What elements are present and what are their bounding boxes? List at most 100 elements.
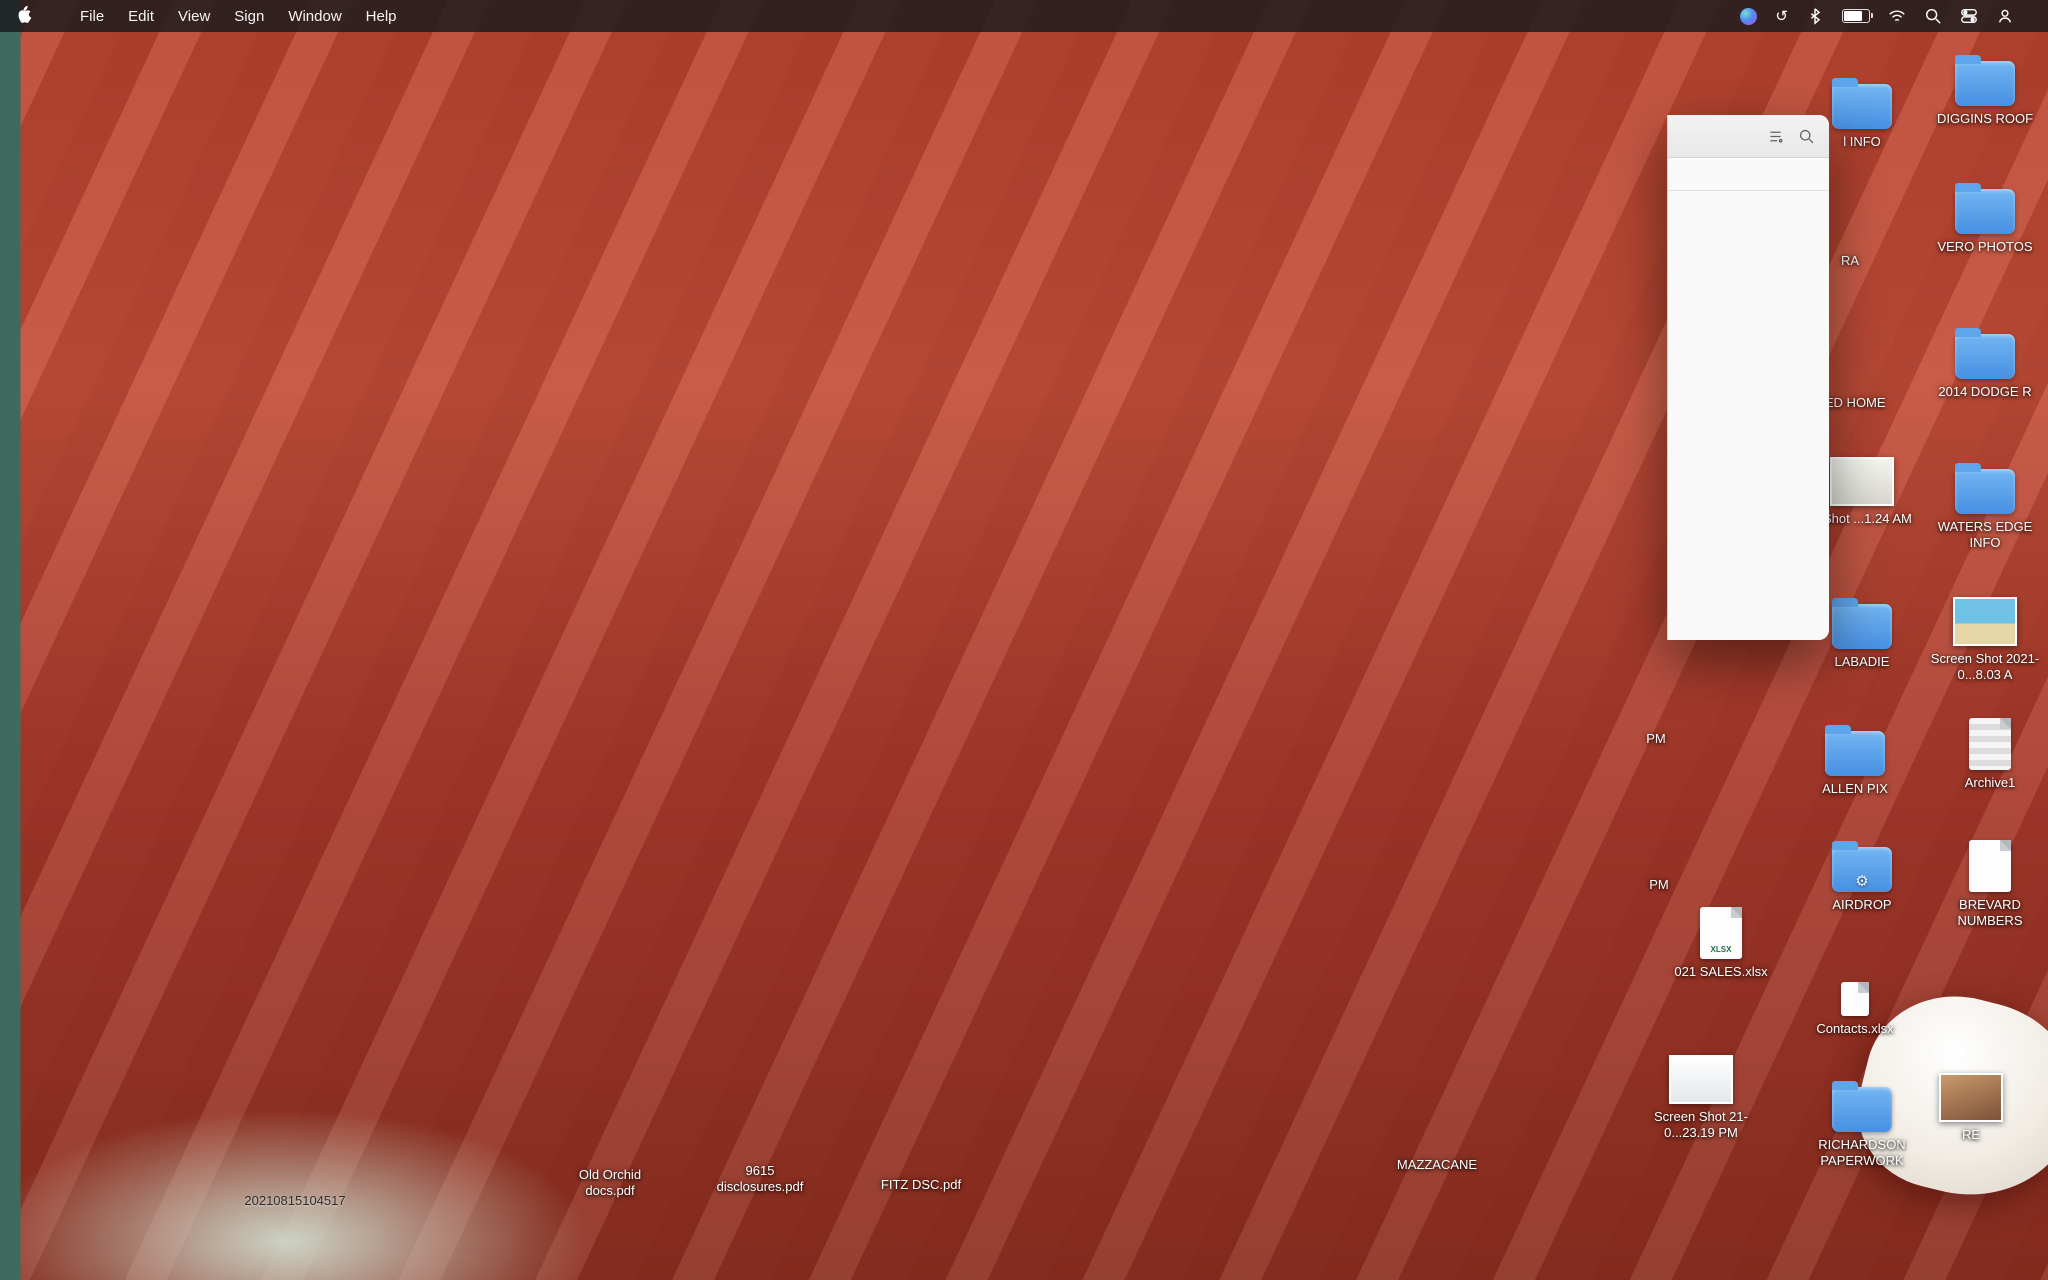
desktop-icon-screenshot-803a[interactable]: ⚙ Screen Shot 2021-0...8.03 A: [1930, 592, 2040, 684]
user-switch-icon[interactable]: [1996, 7, 2014, 25]
desktop-icon-label: PM: [1646, 731, 1666, 747]
desktop-icon-20210815104517[interactable]: ⚙ 20210815104517: [240, 1188, 350, 1209]
desktop-icon-art: ⚙: [1939, 1068, 2003, 1122]
control-center-icon[interactable]: [1960, 7, 1978, 25]
desktop-icon-label: Screen Shot 21-0...23.19 PM: [1646, 1109, 1756, 1142]
desktop-icon-label: BREVARD NUMBERS: [1935, 897, 2045, 930]
desktop-icon-label: 2014 DODGE R: [1938, 384, 2031, 400]
desktop-icon-art: XLSX ⚙: [1700, 905, 1742, 959]
menu-item[interactable]: Help: [366, 8, 397, 25]
menu-item[interactable]: Edit: [128, 8, 154, 25]
image-thumbnail: [1830, 457, 1894, 506]
desktop-icon-fitz-dsc[interactable]: ⚙ FITZ DSC.pdf: [866, 1172, 976, 1193]
desktop-icon-art: ⚙: [1832, 595, 1892, 649]
desktop-icon-label: AIRDROP: [1832, 897, 1891, 913]
desktop-icon-art: ⚙: [1955, 325, 2015, 379]
desktop-icon-pm-label-1[interactable]: ⚙ PM: [1601, 726, 1711, 747]
desktop-icon-art: ⚙: [1841, 962, 1869, 1016]
folder-icon: [1832, 604, 1892, 649]
desktop-icon-mazzacane[interactable]: ⚙ MAZZACANE: [1382, 1152, 1492, 1173]
desktop-icon-label: RA: [1841, 253, 1859, 269]
menu-items: File Edit View Sign Window Help: [80, 8, 397, 25]
desktop-icon-art: ⚙: [1969, 716, 2011, 770]
desktop-icon-9615-disclosures[interactable]: ⚙ 9615 disclosures.pdf: [705, 1158, 815, 1196]
desktop-icon-label: Screen Shot 2021-0...8.03 A: [1930, 651, 2040, 684]
desktop-icon-2014-dodge[interactable]: ⚙ 2014 DODGE R: [1930, 325, 2040, 400]
desktop-icon-allen-pix[interactable]: ⚙ ALLEN PIX: [1800, 722, 1910, 797]
desktop-icon-label: DIGGINS ROOF: [1937, 111, 2033, 127]
desktop-icon-art: ⚙: [1830, 452, 1894, 506]
battery-icon: [1842, 9, 1870, 23]
desktop-icon-label: 9615 disclosures.pdf: [705, 1163, 815, 1196]
desktop-icon-art: ⚙: [1955, 52, 2015, 106]
desktop-icon-label: PM: [1649, 877, 1669, 893]
finder-window[interactable]: [1667, 115, 1829, 640]
image-thumbnail: [1953, 597, 2017, 646]
desktop-icon-label: ALLEN PIX: [1822, 781, 1888, 797]
desktop-icon-label: MAZZACANE: [1397, 1157, 1477, 1173]
bluetooth-icon[interactable]: [1806, 7, 1824, 25]
desktop-icon-label: 021 SALES.xlsx: [1674, 964, 1767, 980]
folder-icon: [1832, 1087, 1892, 1132]
desktop-icon-screenshot-2319pm[interactable]: ⚙ Screen Shot 21-0...23.19 PM: [1646, 1050, 1756, 1142]
desktop-icon-airdrop[interactable]: ⚙ AIRDROP: [1807, 838, 1917, 913]
desktop-icon-label: Old Orchid docs.pdf: [555, 1167, 665, 1200]
desktop-icon-art: ⚙: [1832, 1078, 1892, 1132]
desktop-icon-old-orchid-docs[interactable]: ⚙ Old Orchid docs.pdf: [555, 1162, 665, 1200]
group-by-icon[interactable]: [1767, 128, 1784, 145]
menu-item[interactable]: File: [80, 8, 104, 25]
desktop-icon-art: ⚙: [1969, 838, 2011, 892]
desktop-icon-art: ⚙: [1832, 838, 1892, 892]
folder-icon: [1832, 84, 1892, 129]
finder-column-header-kind[interactable]: [1668, 158, 1829, 191]
folder-icon: [1955, 189, 2015, 234]
desktop-icon-contacts-xlsx[interactable]: ⚙ Contacts.xlsx: [1800, 962, 1910, 1037]
desktop-icon-pm-label-2[interactable]: ⚙ PM: [1604, 872, 1714, 893]
wifi-icon[interactable]: [1888, 7, 1906, 25]
desktop-icon-label: Contacts.xlsx: [1816, 1021, 1893, 1037]
menu-item[interactable]: View: [178, 8, 210, 25]
desktop-icon-art: ⚙: [1832, 75, 1892, 129]
folder-icon: [1955, 61, 2015, 106]
desktop-icon-vero-photos[interactable]: ⚙ VERO PHOTOS: [1930, 180, 2040, 255]
desktop-icon-label: 20210815104517: [244, 1193, 345, 1209]
finder-toolbar: [1668, 115, 1829, 158]
desktop-icon-art: ⚙: [1669, 1050, 1733, 1104]
menu-bar: File Edit View Sign Window Help ↺: [0, 0, 2048, 32]
desktop-icon-label: LABADIE: [1835, 654, 1890, 670]
desktop-icon-art: ⚙: [1955, 460, 2015, 514]
time-machine-icon[interactable]: ↺: [1775, 7, 1788, 25]
desktop-icon-brevard-numbers[interactable]: ⚙ BREVARD NUMBERS: [1935, 838, 2045, 930]
folder-icon: [1825, 731, 1885, 776]
desktop-icon-archive1[interactable]: ⚙ Archive1: [1935, 716, 2045, 791]
desktop-icon-art: ⚙: [1953, 592, 2017, 646]
desktop-icon-label: RE: [1962, 1127, 1980, 1143]
file-icon: [1841, 982, 1869, 1016]
desktop-icon-label: VERO PHOTOS: [1937, 239, 2032, 255]
menu-item[interactable]: Sign: [234, 8, 264, 25]
desktop-icon-2021-sales[interactable]: XLSX ⚙ 021 SALES.xlsx: [1666, 905, 1776, 980]
desktop-icon-label: RICHARDSON PAPERWORK: [1807, 1137, 1917, 1170]
gear-icon: ⚙: [1855, 872, 1868, 890]
image-thumbnail: [1939, 1073, 2003, 1122]
desktop-icon-label: Archive1: [1965, 775, 2016, 791]
finder-search-icon[interactable]: [1798, 128, 1815, 145]
folder-icon: [1955, 334, 2015, 379]
menu-item[interactable]: Window: [288, 8, 341, 25]
image-thumbnail: [1669, 1055, 1733, 1104]
search-icon[interactable]: [1924, 7, 1942, 25]
desktop-icon-art: ⚙: [1825, 722, 1885, 776]
folder-icon: [1955, 469, 2015, 514]
file-icon: [1969, 840, 2011, 892]
siri-icon[interactable]: [1740, 8, 1757, 25]
desktop-icon-re-photo[interactable]: ⚙ RE: [1916, 1068, 2026, 1143]
file-icon: XLSX: [1700, 907, 1742, 959]
desktop-icon-art: ⚙: [1955, 180, 2015, 234]
desktop-icon-richardson-paperwork[interactable]: ⚙ RICHARDSON PAPERWORK: [1807, 1078, 1917, 1170]
desktop-icon-diggins-roof[interactable]: ⚙ DIGGINS ROOF: [1930, 52, 2040, 127]
file-icon: [1969, 718, 2011, 770]
desktop-icon-waters-edge-info[interactable]: ⚙ WATERS EDGE INFO: [1930, 460, 2040, 552]
apple-menu-icon[interactable]: [16, 5, 32, 27]
desktop-icon-label: l INFO: [1843, 134, 1881, 150]
desktop-icon-label: FITZ DSC.pdf: [881, 1177, 961, 1193]
